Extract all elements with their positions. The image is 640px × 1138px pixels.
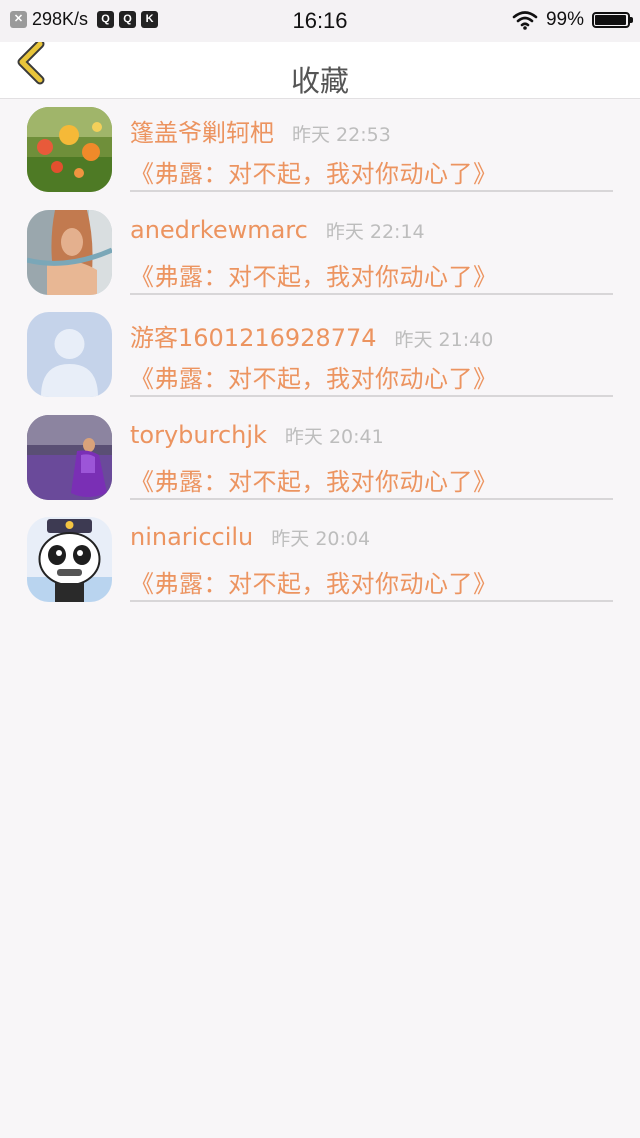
user-name-text: 篷盖爷剿轲杷 xyxy=(130,119,274,147)
timestamp: 昨天 22:53 xyxy=(292,124,391,146)
avatar[interactable] xyxy=(27,312,112,397)
timestamp: 昨天 21:40 xyxy=(394,329,494,351)
timestamp: 昨天 22:14 xyxy=(325,220,425,243)
divider xyxy=(130,600,613,602)
user-name: 游客1601216928774 昨天 21:40 xyxy=(130,318,493,353)
nav-bar: 收藏 xyxy=(0,39,640,99)
timestamp: 昨天 20:41 xyxy=(284,425,384,448)
user-name: 篷盖爷剿轲杷 昨天 22:53 xyxy=(130,113,391,148)
divider xyxy=(130,497,613,500)
avatar[interactable] xyxy=(27,107,112,192)
topic-title[interactable]: 《弗露：对不起，我对你动心了》 xyxy=(130,462,498,497)
avatar[interactable] xyxy=(27,209,112,295)
status-right: 99% xyxy=(512,9,633,31)
divider xyxy=(130,292,613,295)
timestamp: 昨天 20:04 xyxy=(271,528,371,550)
list-item[interactable]: anedrkewmarc 昨天 22:14 《弗露：对不起，我对你动心了》 xyxy=(0,205,640,308)
topic-title[interactable]: 《弗露：对不起，我对你动心了》 xyxy=(130,257,498,292)
user-name: ninariccilu 昨天 20:04 xyxy=(130,523,370,551)
user-name-text: 游客1601216928774 xyxy=(130,324,377,352)
battery-percent: 99% xyxy=(545,9,584,30)
page-title: 收藏 xyxy=(290,64,349,98)
list-item[interactable]: toryburchjk 昨天 20:41 《弗露：对不起，我对你动心了》 xyxy=(0,410,640,513)
divider xyxy=(130,395,613,397)
wifi-icon xyxy=(512,11,538,30)
divider xyxy=(130,190,613,192)
list-item[interactable]: 篷盖爷剿轲杷 昨天 22:53 《弗露：对不起，我对你动心了》 xyxy=(0,102,640,205)
battery-icon xyxy=(592,12,633,28)
avatar[interactable] xyxy=(27,414,112,500)
favorites-list: 篷盖爷剿轲杷 昨天 22:53 《弗露：对不起，我对你动心了》 anedrkewm… xyxy=(0,102,640,615)
user-name-text: ninariccilu xyxy=(130,523,254,551)
user-name: anedrkewmarc 昨天 22:14 xyxy=(130,216,425,244)
user-name-text: toryburchjk xyxy=(130,420,267,449)
topic-title[interactable]: 《弗露：对不起，我对你动心了》 xyxy=(130,154,498,189)
avatar[interactable] xyxy=(27,517,112,602)
topic-title[interactable]: 《弗露：对不起，我对你动心了》 xyxy=(130,564,498,599)
status-bar: ✕ 298K/s Q Q K 16:16 99% xyxy=(0,0,640,42)
list-item[interactable]: ninariccilu 昨天 20:04 《弗露：对不起，我对你动心了》 xyxy=(0,512,640,615)
topic-title[interactable]: 《弗露：对不起，我对你动心了》 xyxy=(130,359,498,394)
user-name: toryburchjk 昨天 20:41 xyxy=(130,421,384,449)
user-name-text: anedrkewmarc xyxy=(130,215,308,244)
list-item[interactable]: 游客1601216928774 昨天 21:40 《弗露：对不起，我对你动心了》 xyxy=(0,307,640,410)
